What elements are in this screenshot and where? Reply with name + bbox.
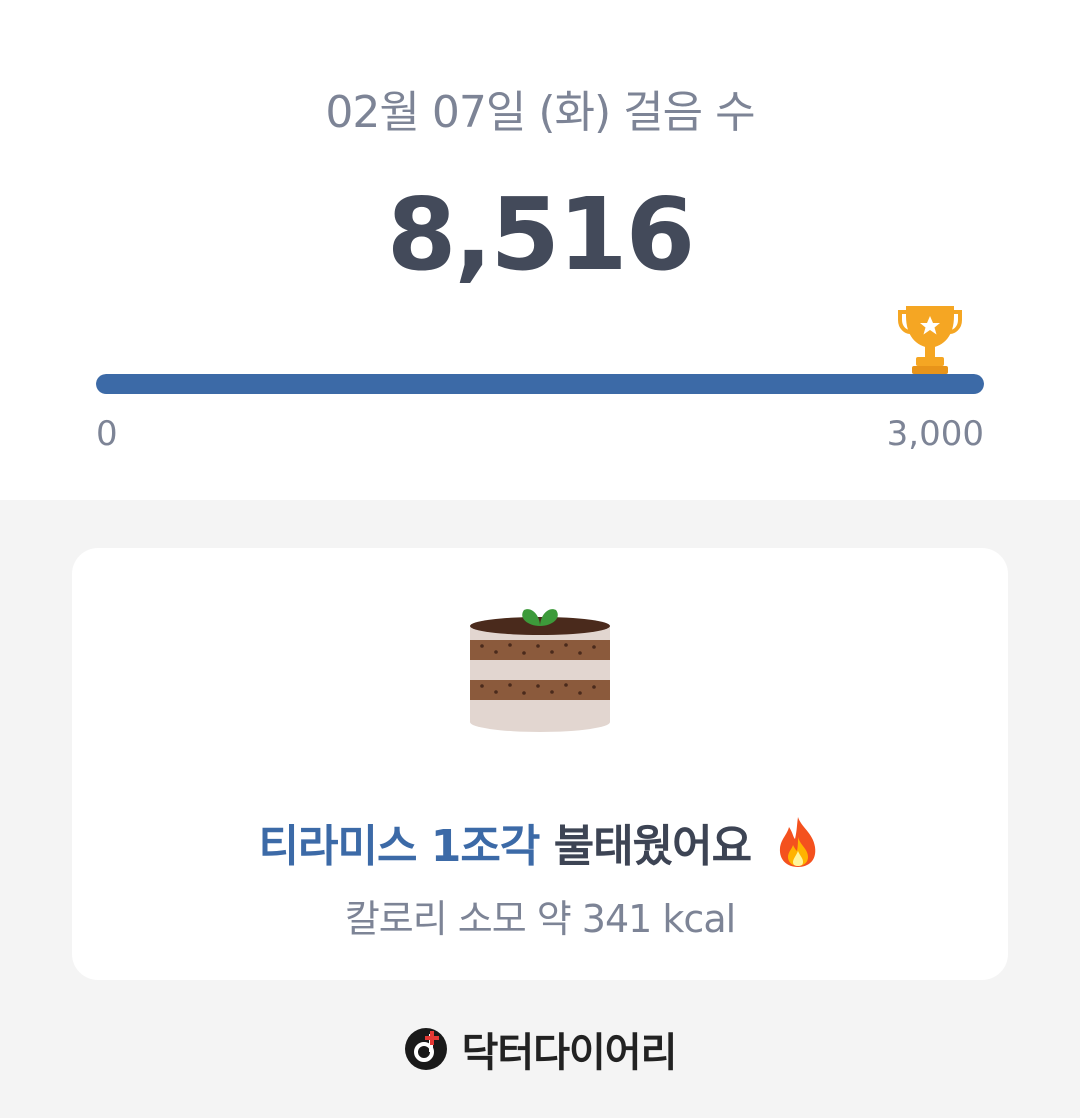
brand-name: 닥터다이어리 (461, 1030, 678, 1076)
burn-verb: 불태웠어요 (553, 821, 752, 872)
goal-scale-min: 0 (96, 414, 118, 454)
calorie-burn-card: 티라미스 1조각 불태웠어요 칼로리 소모 약 341 kcal (72, 548, 1008, 980)
steps-summary-panel: 02월 07일 (화) 걸음 수 8,516 0 3,000 (0, 0, 1080, 500)
date-title: 02월 07일 (화) 걸음 수 (0, 76, 1080, 140)
steps-title-label: 걸음 수 (623, 87, 755, 138)
calorie-burned-text: 칼로리 소모 약 341 kcal (344, 897, 736, 941)
brand-footer: 닥터다이어리 (0, 1020, 1080, 1078)
trophy-icon (898, 306, 962, 374)
goal-scale-max: 3,000 (886, 414, 984, 454)
step-count: 8,516 (386, 176, 695, 293)
progress-bar (96, 374, 984, 394)
progress-bar-fill (96, 374, 984, 394)
date-label: 02월 07일 (화) (325, 87, 611, 138)
burn-message: 티라미스 1조각 불태웠어요 (72, 810, 1008, 874)
food-name: 티라미스 1조각 (258, 821, 541, 872)
tiramisu-cake-icon (470, 609, 610, 732)
fire-icon (780, 817, 816, 867)
doctor-diary-logo-icon (404, 1028, 447, 1070)
